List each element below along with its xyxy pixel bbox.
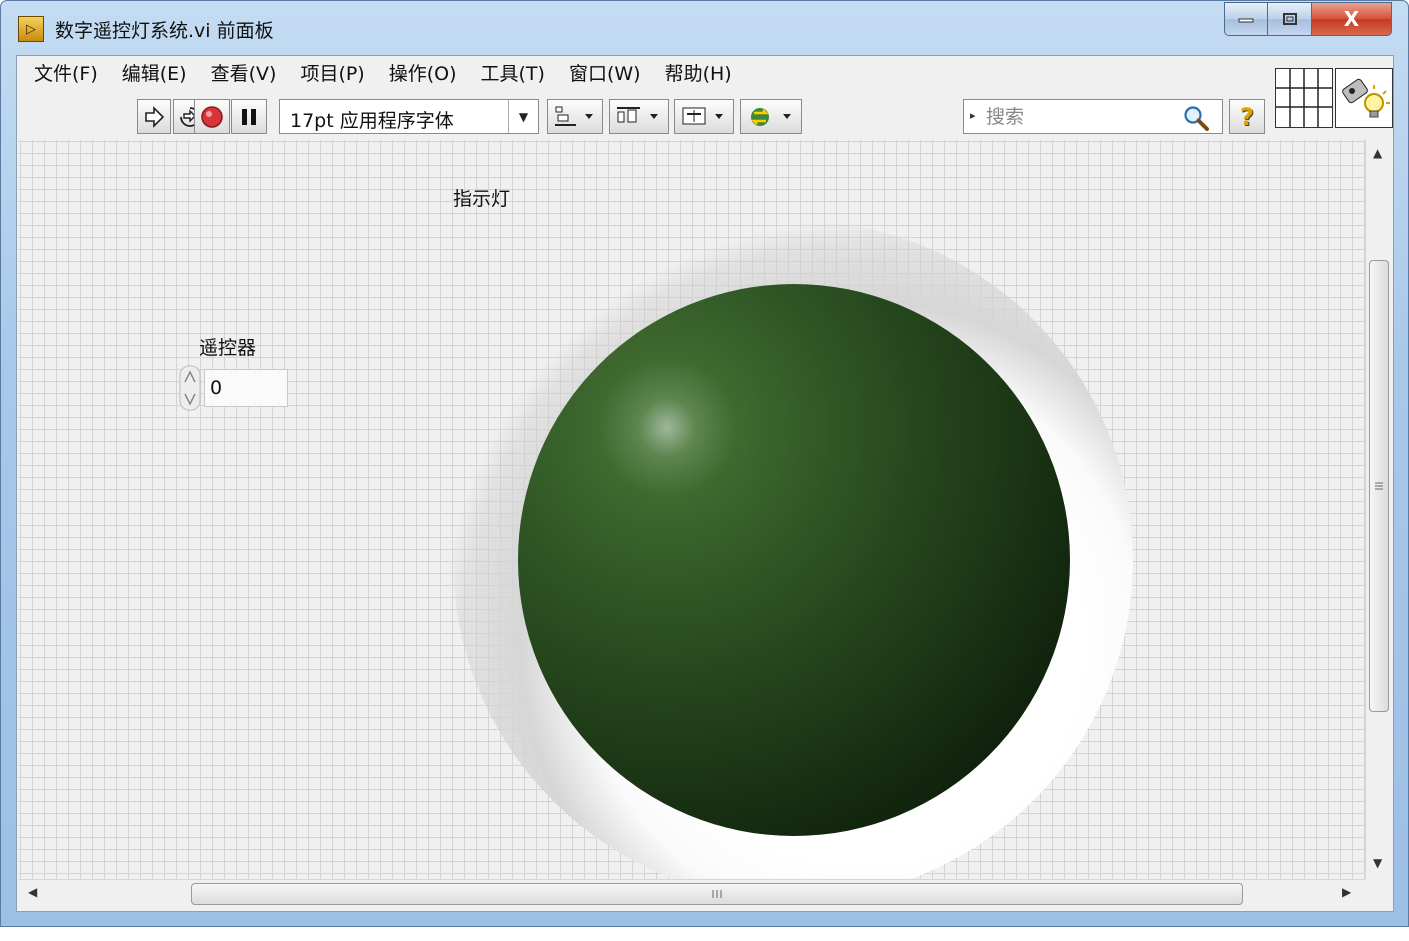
menu-project[interactable]: 项目(P) <box>291 56 373 93</box>
distribute-objects-icon <box>617 106 658 122</box>
help-icon: ? <box>1240 102 1254 131</box>
search-icon[interactable] <box>1182 104 1210 132</box>
vertical-scroll-thumb[interactable] <box>1369 260 1389 712</box>
labview-app-icon: ▷ <box>18 16 44 42</box>
align-objects-button[interactable] <box>547 99 603 134</box>
minimize-button[interactable] <box>1224 2 1268 36</box>
run-button[interactable] <box>137 99 171 134</box>
grip-icon <box>1375 482 1383 490</box>
maximize-button[interactable] <box>1268 2 1312 36</box>
resize-objects-button[interactable] <box>674 99 734 134</box>
scroll-down-icon[interactable]: ▼ <box>1373 856 1382 870</box>
menu-edit[interactable]: 编辑(E) <box>113 56 196 93</box>
indicator-label: 指示灯 <box>453 188 511 210</box>
abort-icon <box>201 105 223 128</box>
window-title: 数字遥控灯系统.vi 前面板 <box>55 20 274 42</box>
chevron-down-icon: ▼ <box>508 100 538 133</box>
menu-window[interactable]: 窗口(W) <box>560 56 650 93</box>
remote-control-label: 遥控器 <box>199 337 257 359</box>
font-selector[interactable]: 17pt 应用程序字体 ▼ <box>279 99 539 134</box>
resize-objects-icon <box>682 107 723 124</box>
distribute-objects-button[interactable] <box>609 99 669 134</box>
scroll-right-icon[interactable]: ▶ <box>1342 885 1351 899</box>
vertical-scrollbar[interactable]: ▲ ▼ <box>1365 140 1391 879</box>
horizontal-scroll-thumb[interactable] <box>191 883 1243 905</box>
menu-view[interactable]: 查看(V) <box>202 56 286 93</box>
reorder-icon <box>751 107 791 126</box>
run-arrow-icon <box>145 105 165 128</box>
title-bar[interactable]: ▷ 数字遥控灯系统.vi 前面板 X <box>1 1 1408 55</box>
pause-button[interactable] <box>231 99 267 134</box>
window-controls: X <box>1224 2 1392 36</box>
font-label: 17pt 应用程序字体 <box>290 110 454 132</box>
vi-window: ▷ 数字遥控灯系统.vi 前面板 X 文件(F) 编辑(E) 查看(V) 项目(… <box>0 0 1409 927</box>
scroll-up-icon[interactable]: ▲ <box>1373 146 1382 160</box>
search-box[interactable]: ▸ <box>963 99 1223 134</box>
menu-file[interactable]: 文件(F) <box>25 56 107 93</box>
menu-operate[interactable]: 操作(O) <box>380 56 466 93</box>
search-expand-icon[interactable]: ▸ <box>970 109 976 122</box>
search-input[interactable] <box>986 104 1176 129</box>
remote-control-numeric[interactable]: 0 <box>204 369 288 407</box>
front-panel-canvas[interactable]: 指示灯 遥控器 0 <box>18 140 1365 879</box>
align-objects-icon <box>555 106 593 126</box>
horizontal-scrollbar[interactable]: ◀ ▶ <box>18 879 1365 907</box>
help-button[interactable]: ? <box>1229 99 1265 134</box>
numeric-increment-decrement[interactable] <box>178 365 202 411</box>
scroll-left-icon[interactable]: ◀ <box>28 885 37 899</box>
abort-button[interactable] <box>194 99 230 134</box>
minimize-icon <box>1238 18 1254 23</box>
connector-pane-icon[interactable] <box>1275 68 1333 128</box>
vi-icon[interactable] <box>1335 68 1393 128</box>
front-panel-client: 文件(F) 编辑(E) 查看(V) 项目(P) 操作(O) 工具(T) 窗口(W… <box>16 55 1394 912</box>
indicator-led[interactable] <box>518 284 1070 836</box>
pause-icon <box>242 108 256 125</box>
grip-icon <box>712 890 722 898</box>
close-button[interactable]: X <box>1312 2 1392 36</box>
restore-icon <box>1282 13 1297 25</box>
menu-bar: 文件(F) 编辑(E) 查看(V) 项目(P) 操作(O) 工具(T) 窗口(W… <box>17 56 1271 93</box>
toolbar: 17pt 应用程序字体 ▼ ▸ ? <box>17 94 1271 140</box>
menu-help[interactable]: 帮助(H) <box>656 56 741 93</box>
menu-tools[interactable]: 工具(T) <box>472 56 554 93</box>
close-icon: X <box>1343 7 1360 31</box>
reorder-button[interactable] <box>740 99 802 134</box>
